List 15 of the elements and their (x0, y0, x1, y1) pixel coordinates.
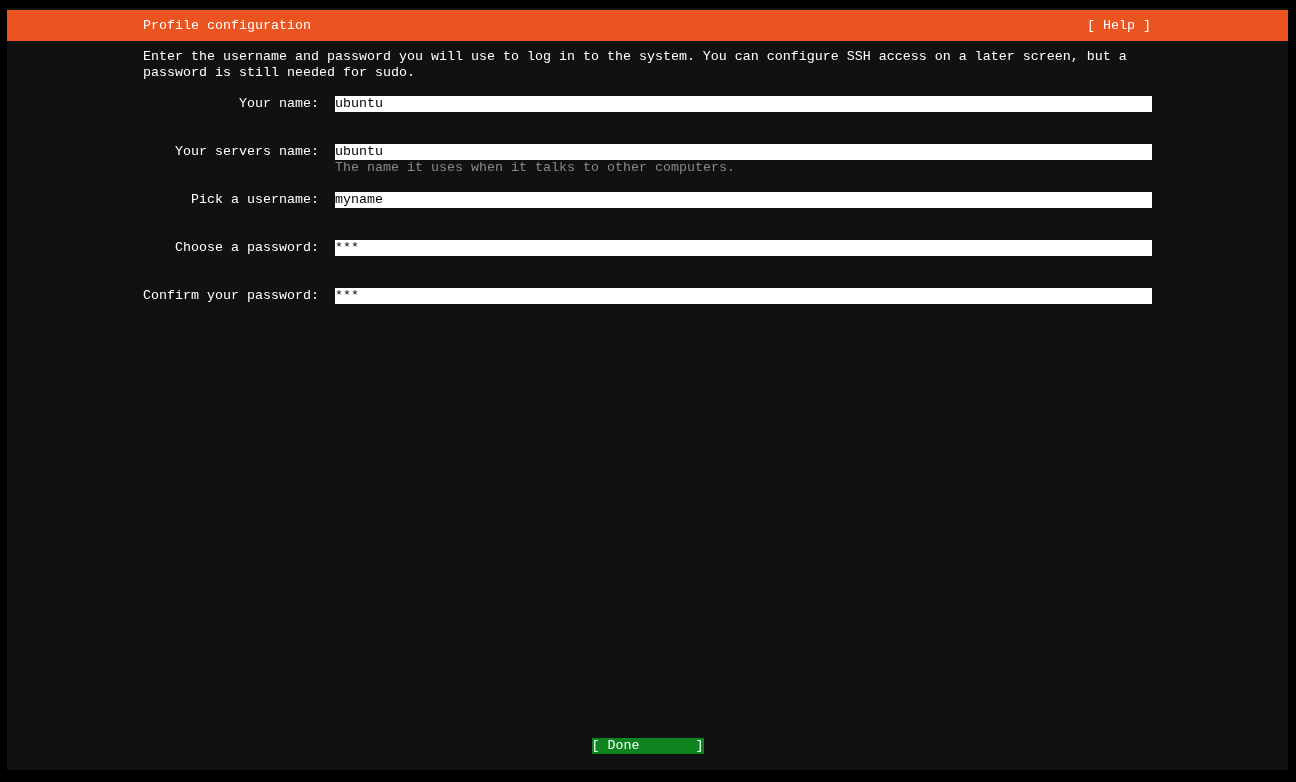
instructions-text: Enter the username and password you will use to log in to the system. You can configure SSH access on a later screen, but a password is still needed for sudo. (143, 49, 1128, 81)
field-label: Pick a username: (190, 192, 319, 208)
field-label: Your name: (238, 96, 319, 112)
field-label: Choose a password: (174, 240, 319, 256)
input-field[interactable]: *** (335, 288, 1152, 304)
field-label: Confirm your password: (143, 288, 319, 304)
help-button[interactable]: [ Help ] (1087, 17, 1151, 34)
input-field[interactable]: ubuntu (335, 144, 1152, 160)
input-field[interactable]: ubuntu (335, 96, 1152, 112)
field-label: Your servers name: (174, 144, 319, 160)
input-field[interactable]: myname (335, 192, 1152, 208)
input-field[interactable]: *** (335, 240, 1152, 256)
screen-title: Profile configuration (143, 17, 311, 34)
field-hint: The name it uses when it talks to other computers. (335, 160, 736, 176)
done-button[interactable]: [ Done ] (591, 738, 704, 754)
